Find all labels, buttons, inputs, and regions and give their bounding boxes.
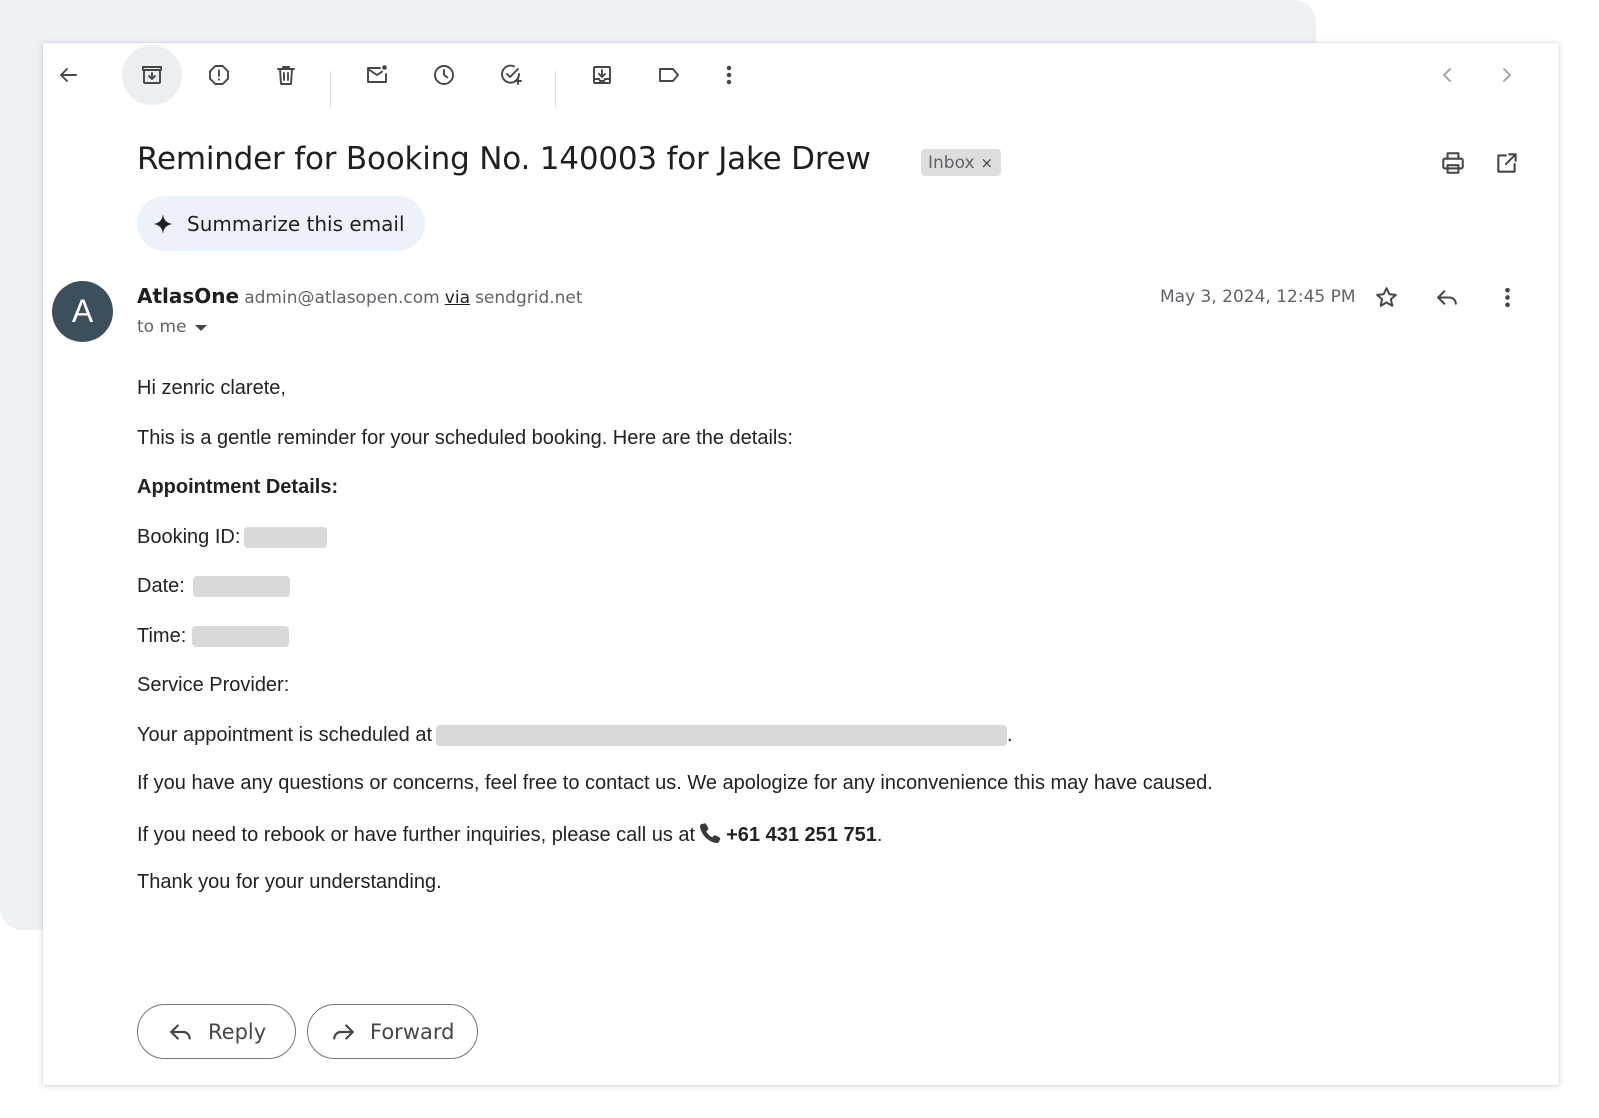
phone-number[interactable]: +61 431 251 751 bbox=[726, 824, 877, 846]
reply-icon bbox=[1436, 289, 1457, 305]
report-spam-button[interactable] bbox=[199, 55, 239, 95]
open-in-new-window-button[interactable] bbox=[1487, 143, 1527, 183]
sender-line: AtlasOne admin@atlasopen.com via sendgri… bbox=[137, 284, 583, 308]
greeting: Hi zenric clarete, bbox=[137, 377, 286, 399]
redacted-booking-id bbox=[244, 527, 328, 549]
redacted-location bbox=[436, 725, 1008, 747]
service-provider-row: Service Provider: bbox=[137, 674, 289, 697]
time-row: Time: bbox=[137, 625, 290, 648]
back-arrow-icon bbox=[60, 68, 77, 82]
closing-text: Thank you for your understanding. bbox=[137, 871, 442, 893]
trash-icon bbox=[277, 66, 295, 85]
location-suffix: . bbox=[1007, 724, 1013, 746]
booking-id-label: Booking ID: bbox=[137, 526, 241, 548]
questions-text: If you have any questions or concerns, f… bbox=[137, 772, 1213, 794]
intro-text: This is a gentle reminder for your sched… bbox=[137, 427, 793, 449]
sender-name[interactable]: AtlasOne bbox=[137, 284, 239, 308]
older-button[interactable] bbox=[1487, 55, 1527, 95]
archive-icon bbox=[142, 66, 162, 84]
recipient-details-toggle[interactable]: to me bbox=[137, 317, 207, 337]
rebook-prefix: If you need to rebook or have further in… bbox=[137, 824, 696, 846]
location-prefix: Your appointment is scheduled at bbox=[137, 724, 433, 746]
rebook-row: If you need to rebook or have further in… bbox=[137, 822, 882, 847]
caret-down-icon bbox=[194, 325, 207, 331]
chevron-right-icon bbox=[1503, 68, 1511, 82]
email-subject: Reminder for Booking No. 140003 for Jake… bbox=[137, 141, 871, 177]
star-icon bbox=[1375, 286, 1397, 307]
clock-icon bbox=[434, 65, 454, 85]
chevron-left-icon bbox=[1443, 68, 1451, 82]
summarize-button[interactable]: Summarize this email bbox=[137, 196, 425, 251]
label-icon bbox=[659, 68, 679, 82]
back-button[interactable] bbox=[48, 55, 88, 95]
star-button[interactable] bbox=[1366, 277, 1406, 317]
booking-id-row: Booking ID: bbox=[137, 526, 328, 549]
toolbar-divider bbox=[555, 71, 556, 107]
time-label: Time: bbox=[137, 625, 187, 647]
reply-label: Reply bbox=[208, 1019, 267, 1044]
sender-email: admin@atlasopen.com bbox=[244, 288, 440, 308]
sender-avatar[interactable]: A bbox=[52, 281, 113, 342]
more-vert-icon bbox=[1504, 287, 1510, 307]
newer-button[interactable] bbox=[1427, 55, 1467, 95]
more-options-button[interactable] bbox=[709, 55, 749, 95]
report-spam-icon bbox=[209, 65, 229, 85]
open-new-window-icon bbox=[1497, 153, 1517, 173]
sparkle-icon bbox=[153, 213, 173, 234]
sender-via-link[interactable]: via bbox=[445, 288, 470, 308]
delete-button[interactable] bbox=[266, 55, 306, 95]
more-vert-icon bbox=[726, 65, 732, 85]
labels-button[interactable] bbox=[649, 55, 689, 95]
recipient-label: to me bbox=[137, 317, 187, 337]
date-row: Date: bbox=[137, 575, 290, 598]
print-icon bbox=[1442, 152, 1464, 174]
forward-icon bbox=[333, 1023, 354, 1040]
move-to-icon bbox=[593, 66, 611, 84]
service-provider-label: Service Provider: bbox=[137, 674, 290, 696]
sender-via-domain: sendgrid.net bbox=[475, 288, 583, 308]
archive-button[interactable] bbox=[122, 45, 182, 105]
toolbar-divider bbox=[330, 71, 331, 107]
add-to-tasks-button[interactable] bbox=[491, 55, 531, 95]
email-view: Reminder for Booking No. 140003 for Jake… bbox=[43, 43, 1559, 1085]
snooze-button[interactable] bbox=[424, 55, 464, 95]
forward-label: Forward bbox=[370, 1019, 455, 1044]
forward-button[interactable]: Forward bbox=[307, 1004, 478, 1059]
toolbar bbox=[43, 43, 1559, 107]
redacted-time bbox=[192, 626, 290, 648]
remove-label-icon[interactable]: × bbox=[981, 154, 994, 172]
label-name: Inbox bbox=[928, 152, 975, 173]
mark-unread-icon bbox=[367, 65, 387, 83]
reply-icon-button[interactable] bbox=[1427, 277, 1467, 317]
move-to-button[interactable] bbox=[582, 55, 622, 95]
print-button[interactable] bbox=[1433, 143, 1473, 183]
inbox-label-chip[interactable]: Inbox × bbox=[921, 149, 1002, 176]
message-more-button[interactable] bbox=[1487, 277, 1527, 317]
reply-button[interactable]: Reply bbox=[137, 1004, 296, 1059]
redacted-date bbox=[192, 576, 290, 598]
summarize-label: Summarize this email bbox=[187, 211, 405, 236]
section-title: Appointment Details: bbox=[137, 476, 339, 498]
email-timestamp: May 3, 2024, 12:45 PM bbox=[1160, 287, 1356, 307]
phone-icon bbox=[700, 823, 721, 844]
reply-icon bbox=[170, 1023, 191, 1040]
rebook-suffix: . bbox=[876, 824, 883, 846]
date-label: Date: bbox=[137, 575, 185, 597]
mark-unread-button[interactable] bbox=[357, 55, 397, 95]
add-task-icon bbox=[501, 64, 522, 85]
location-row: Your appointment is scheduled at. bbox=[137, 724, 1013, 747]
